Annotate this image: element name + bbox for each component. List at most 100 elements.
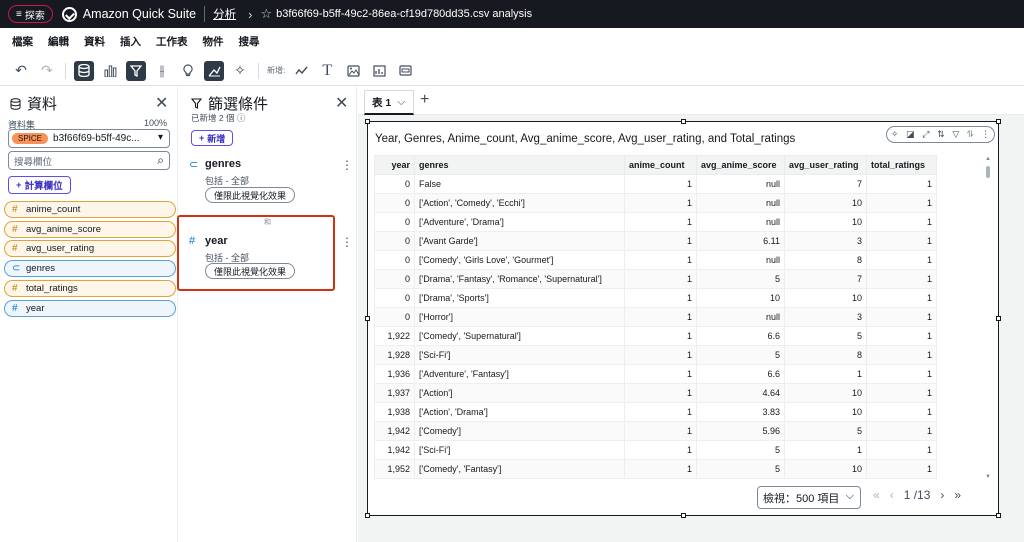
table-row[interactable]: 0 False 1 null 7 1 — [374, 174, 937, 194]
table-cell-avg-user-rating[interactable]: 8 — [784, 345, 867, 365]
table-cell-anime-count[interactable]: 1 — [624, 250, 697, 270]
table-cell-total-ratings[interactable]: 1 — [866, 383, 937, 403]
filter-card-genres[interactable]: ⊂ genres ⋮ 包括 - 全部 僅限此視覺化效果 — [179, 155, 357, 215]
table-cell-avg-user-rating[interactable]: 10 — [784, 383, 867, 403]
field-total-ratings[interactable]: # total_ratings — [4, 280, 176, 297]
page-size-select[interactable]: 檢視：500 項目 ⌵ — [757, 486, 861, 509]
table-cell-anime-count[interactable]: 1 — [624, 459, 697, 479]
table-cell-year[interactable]: 1,936 — [374, 364, 415, 384]
table-cell-year[interactable]: 1,942 — [374, 440, 415, 460]
table-cell-total-ratings[interactable]: 1 — [866, 288, 937, 308]
insights-lightbulb-icon[interactable] — [178, 61, 198, 81]
resize-handle[interactable] — [681, 513, 686, 518]
table-cell-avg-anime-score[interactable]: null — [696, 307, 785, 327]
filter-icon[interactable]: ▽ — [952, 129, 959, 140]
current-page[interactable]: 1 — [904, 488, 911, 502]
field-genres[interactable]: ⊂ genres — [4, 260, 176, 277]
table-cell-avg-user-rating[interactable]: 3 — [784, 307, 867, 327]
table-cell-avg-anime-score[interactable]: 5 — [696, 269, 785, 289]
table-cell-anime-count[interactable]: 1 — [624, 212, 697, 232]
table-cell-genres[interactable]: ['Drama', 'Sports'] — [414, 288, 625, 308]
table-cell-avg-user-rating[interactable]: 1 — [784, 364, 867, 384]
table-row[interactable]: 0 ['Action', 'Comedy', 'Ecchi'] 1 null 10 1 — [374, 193, 937, 213]
table-cell-anime-count[interactable]: 1 — [624, 193, 697, 213]
menu-objects[interactable]: 物件 — [203, 34, 224, 49]
favorite-star-icon[interactable]: ☆ — [260, 6, 272, 22]
table-cell-avg-user-rating[interactable]: 1 — [784, 440, 867, 460]
table-cell-total-ratings[interactable]: 1 — [866, 402, 937, 422]
table-cell-year[interactable]: 1,938 — [374, 402, 415, 422]
table-cell-total-ratings[interactable]: 1 — [866, 440, 937, 460]
table-cell-genres[interactable]: ['Comedy', 'Supernatural'] — [414, 326, 625, 346]
table-cell-avg-user-rating[interactable]: 7 — [784, 269, 867, 289]
sparkle-icon[interactable]: ✧ — [891, 129, 899, 140]
next-page-icon[interactable]: › — [940, 488, 944, 502]
data-panel-toggle-icon[interactable] — [74, 60, 94, 81]
table-row[interactable]: 1,922 ['Comedy', 'Supernatural'] 1 6.6 5 1 — [374, 326, 937, 346]
expand-icon[interactable]: ⤢ — [922, 129, 929, 140]
table-cell-genres[interactable]: ['Adventure', 'Fantasy'] — [414, 364, 625, 384]
menu-edit[interactable]: 編輯 — [48, 34, 69, 49]
table-cell-avg-anime-score[interactable]: 10 — [696, 288, 785, 308]
table-row[interactable]: 1,928 ['Sci-Fi'] 1 5 8 1 — [374, 345, 937, 365]
table-cell-genres[interactable]: False — [414, 174, 625, 194]
table-cell-avg-user-rating[interactable]: 7 — [784, 174, 867, 194]
sort-icon[interactable]: ⇅ — [937, 129, 945, 140]
table-cell-avg-anime-score[interactable]: 5 — [696, 345, 785, 365]
table-cell-avg-user-rating[interactable]: 10 — [784, 212, 867, 232]
table-visual[interactable]: Year, Genres, Anime_count, Avg_anime_sco… — [365, 119, 1001, 518]
chevron-down-icon[interactable]: ⌵ — [397, 96, 405, 109]
add-sheet-icon[interactable]: + — [420, 91, 429, 109]
table-cell-avg-anime-score[interactable]: null — [696, 212, 785, 232]
resize-handle[interactable] — [365, 513, 370, 518]
table-row[interactable]: 0 ['Avant Garde'] 1 6.11 3 1 — [374, 231, 937, 251]
add-visual-line-icon[interactable] — [291, 61, 311, 81]
table-cell-total-ratings[interactable]: 1 — [866, 193, 937, 213]
resize-handle[interactable] — [365, 316, 370, 321]
table-cell-avg-anime-score[interactable]: null — [696, 174, 785, 194]
table-cell-avg-anime-score[interactable]: 3.83 — [696, 402, 785, 422]
table-cell-genres[interactable]: ['Comedy', 'Fantasy'] — [414, 459, 625, 479]
column-header[interactable]: avg_user_rating — [784, 155, 867, 175]
table-row[interactable]: 0 ['Drama', 'Sports'] 1 10 10 1 — [374, 288, 937, 308]
column-header[interactable]: year — [374, 155, 415, 175]
table-cell-anime-count[interactable]: 1 — [624, 307, 697, 327]
table-cell-anime-count[interactable]: 1 — [624, 402, 697, 422]
table-row[interactable]: 0 ['Drama', 'Fantasy', 'Romance', 'Supern… — [374, 269, 937, 289]
table-cell-anime-count[interactable]: 1 — [624, 231, 697, 251]
table-cell-year[interactable]: 0 — [374, 212, 415, 232]
table-cell-avg-user-rating[interactable]: 10 — [784, 288, 867, 308]
menu-search[interactable]: 搜尋 — [239, 34, 260, 49]
table-cell-total-ratings[interactable]: 1 — [866, 326, 937, 346]
vertical-scrollbar[interactable]: ▲ ▼ — [985, 156, 993, 480]
table-cell-year[interactable]: 1,942 — [374, 421, 415, 441]
table-cell-avg-anime-score[interactable]: null — [696, 250, 785, 270]
resize-handle[interactable] — [996, 513, 1001, 518]
breadcrumb-analysis-link[interactable]: 分析 — [213, 6, 236, 22]
table-cell-year[interactable]: 0 — [374, 231, 415, 251]
filter-scope-pill[interactable]: 僅限此視覺化效果 — [205, 187, 296, 203]
add-filter-button[interactable]: + 新增 — [191, 130, 234, 146]
table-cell-avg-user-rating[interactable]: 10 — [784, 459, 867, 479]
resize-handle[interactable] — [996, 119, 1001, 124]
table-cell-total-ratings[interactable]: 1 — [866, 250, 937, 270]
table-row[interactable]: 0 ['Adventure', 'Drama'] 1 null 10 1 — [374, 212, 937, 232]
table-cell-anime-count[interactable]: 1 — [624, 269, 697, 289]
table-cell-avg-user-rating[interactable]: 10 — [784, 402, 867, 422]
table-row[interactable]: 1,936 ['Adventure', 'Fantasy'] 1 6.6 1 1 — [374, 364, 937, 384]
table-cell-avg-user-rating[interactable]: 5 — [784, 326, 867, 346]
table-cell-anime-count[interactable]: 1 — [624, 288, 697, 308]
visual-title[interactable]: Year, Genres, Anime_count, Avg_anime_sco… — [375, 133, 795, 145]
table-cell-year[interactable]: 0 — [374, 174, 415, 194]
add-embed-icon[interactable] — [395, 61, 415, 81]
table-cell-genres[interactable]: ['Comedy'] — [414, 421, 625, 441]
table-cell-total-ratings[interactable]: 1 — [866, 421, 937, 441]
add-text-icon[interactable]: T — [317, 61, 337, 81]
more-options-icon[interactable]: ⋮ — [341, 158, 353, 172]
info-icon[interactable]: ⓘ — [237, 113, 246, 123]
redo-icon[interactable]: ↷ — [37, 61, 57, 81]
table-cell-avg-anime-score[interactable]: 4.64 — [696, 383, 785, 403]
close-filter-panel-icon[interactable]: ✕ — [335, 93, 348, 113]
column-header[interactable]: genres — [414, 155, 625, 175]
column-header[interactable]: avg_anime_score — [696, 155, 785, 175]
